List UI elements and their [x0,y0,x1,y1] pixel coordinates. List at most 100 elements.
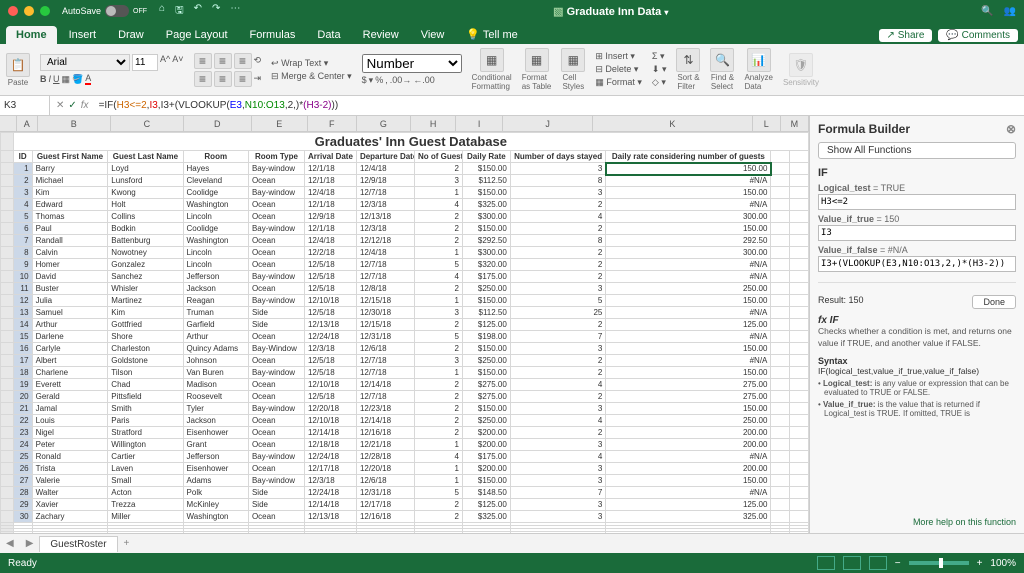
cell[interactable]: 12/13/18 [304,511,356,523]
cell[interactable]: Buster [32,283,108,295]
cell[interactable] [790,295,809,307]
sheet-nav-prev-icon[interactable]: ◀ [0,538,20,549]
minimize-window-icon[interactable] [24,6,34,16]
cell[interactable]: $325.00 [462,511,510,523]
cell[interactable]: 25 [13,451,32,463]
cell[interactable]: 3 [510,463,606,475]
cell[interactable]: 21 [13,403,32,415]
cell[interactable]: Willington [108,439,183,451]
cell[interactable]: 3 [414,175,462,187]
cell[interactable]: Bay-window [248,367,304,379]
cell[interactable] [771,439,790,451]
table-header[interactable]: Daily rate considering number of guests [606,151,771,163]
autosave-toggle[interactable]: AutoSave OFF [62,5,147,17]
cell[interactable]: 5 [510,295,606,307]
row-header[interactable] [1,271,14,283]
delete-cells-button[interactable]: ⊟ Delete ▾ [595,64,642,75]
cell[interactable]: Ocean [248,235,304,247]
enter-formula-icon[interactable]: ✓ [68,100,76,111]
cell[interactable]: $150.00 [462,223,510,235]
arg-input-1[interactable] [818,225,1016,241]
column-header-K[interactable]: K [593,116,752,131]
tab-formulas[interactable]: Formulas [240,26,306,44]
row-header[interactable] [1,451,14,463]
cell[interactable] [790,439,809,451]
cell[interactable]: 200.00 [606,427,771,439]
cell[interactable] [790,307,809,319]
cell[interactable] [771,319,790,331]
cell[interactable]: 5 [414,259,462,271]
cell[interactable]: 12/13/18 [356,211,414,223]
cell[interactable]: Cartier [108,451,183,463]
cell[interactable]: Julia [32,295,108,307]
cell[interactable]: $200.00 [462,439,510,451]
cell[interactable]: 1 [414,463,462,475]
cell[interactable] [13,532,32,534]
cell[interactable]: 26 [13,463,32,475]
cell[interactable]: 7 [510,331,606,343]
cell[interactable]: Garfield [183,319,248,331]
cell[interactable]: Ocean [248,259,304,271]
autosum-icon[interactable]: Σ ▾ [652,51,667,62]
cell[interactable]: 2 [510,271,606,283]
fx-icon[interactable]: fx [81,100,89,111]
cell[interactable] [771,331,790,343]
cell[interactable]: 6 [13,223,32,235]
cell[interactable]: 8 [510,175,606,187]
cell[interactable]: 200.00 [606,463,771,475]
cell[interactable] [790,475,809,487]
cell[interactable]: Peter [32,439,108,451]
cell[interactable]: Truman [183,307,248,319]
cell[interactable]: 12/5/18 [304,367,356,379]
row-header[interactable] [1,463,14,475]
cell[interactable]: Goldstone [108,355,183,367]
cell[interactable]: Valerie [32,475,108,487]
arg-input-2[interactable] [818,256,1016,272]
cell[interactable]: Van Buren [183,367,248,379]
cell[interactable]: Edward [32,199,108,211]
cell[interactable]: 200.00 [606,439,771,451]
cell[interactable]: 4 [510,415,606,427]
cell[interactable]: 12/7/18 [356,187,414,199]
fill-color-icon[interactable]: 🪣 [72,74,83,85]
cell[interactable]: Bay-window [248,271,304,283]
cell[interactable]: Ocean [248,199,304,211]
cancel-formula-icon[interactable]: ✕ [56,100,64,111]
cell[interactable]: 3 [510,499,606,511]
column-header-I[interactable]: I [456,116,503,131]
column-header-A[interactable]: A [17,116,38,131]
insert-cells-button[interactable]: ⊞ Insert ▾ [595,51,642,62]
cell[interactable]: 12/14/18 [356,379,414,391]
column-header-B[interactable]: B [38,116,111,131]
align-center-icon[interactable]: ≡ [214,71,232,87]
cell[interactable]: Bay-window [248,403,304,415]
cell[interactable] [790,403,809,415]
cell[interactable]: 12/1/18 [304,223,356,235]
table-header[interactable]: Room [183,151,248,163]
arg-input-0[interactable] [818,194,1016,210]
cell[interactable] [790,343,809,355]
cell[interactable]: 2 [414,499,462,511]
cell[interactable]: $150.00 [462,163,510,175]
cell[interactable] [790,451,809,463]
tab-data[interactable]: Data [307,26,350,44]
cell[interactable] [790,223,809,235]
cell[interactable]: 11 [13,283,32,295]
cell[interactable]: 250.00 [606,415,771,427]
cell[interactable]: Walter [32,487,108,499]
cell[interactable]: Xavier [32,499,108,511]
cell[interactable] [790,163,809,175]
cell[interactable]: Smith [108,403,183,415]
cell[interactable]: Loyd [108,163,183,175]
font-name-select[interactable]: Arial [40,54,130,71]
cell[interactable]: 2 [414,403,462,415]
redo-icon[interactable]: ↷ [212,3,220,20]
cell[interactable]: #N/A [606,451,771,463]
cell[interactable]: #N/A [606,259,771,271]
cell[interactable]: 1 [414,367,462,379]
cell[interactable] [790,379,809,391]
cell[interactable]: 10 [13,271,32,283]
cell[interactable] [771,295,790,307]
cell[interactable]: Ocean [248,511,304,523]
cell[interactable]: 12/18/18 [304,439,356,451]
